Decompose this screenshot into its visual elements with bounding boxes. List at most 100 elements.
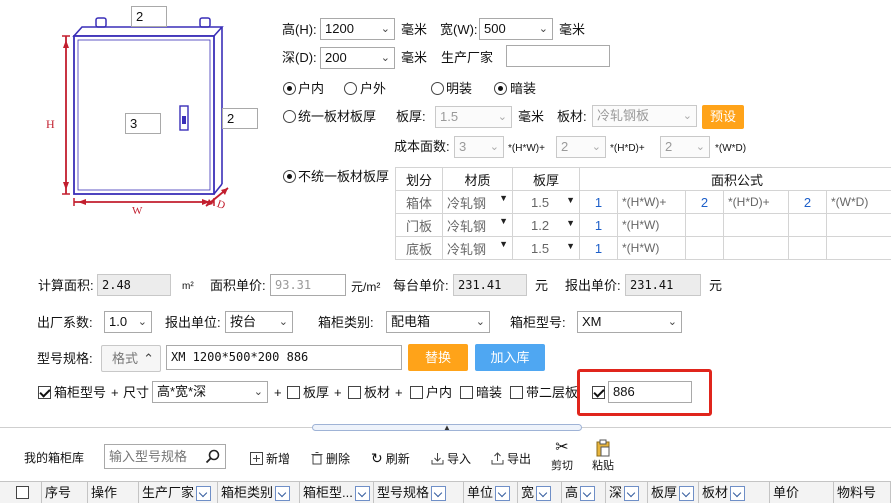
library-search-input[interactable] [105, 445, 201, 468]
add-to-library-button[interactable]: 加入库 [475, 344, 545, 371]
row-material[interactable]: 冷轧钢 ▼ [442, 236, 513, 260]
row-material[interactable]: 冷轧钢 ▼ [442, 213, 513, 237]
column-header-width[interactable]: 宽 [518, 482, 562, 503]
format-button[interactable]: 格式 ⌃ [101, 345, 161, 372]
row-wd-count[interactable]: 2 [788, 190, 827, 214]
plus-sign: + [334, 385, 342, 400]
cut-button[interactable]: ✂ 剪切 [548, 439, 576, 473]
category-select[interactable]: 配电箱 ⌄ [386, 311, 490, 333]
concealed-mount-radio[interactable] [494, 82, 507, 95]
thickness-checkbox[interactable] [287, 386, 300, 399]
model-checkbox[interactable] [38, 386, 51, 399]
row-thickness[interactable]: 1.5 ▼ [512, 190, 580, 214]
thickness-checkbox-label: 板厚 [303, 385, 330, 400]
concealed-checkbox[interactable] [460, 386, 473, 399]
cost-faces-hd-value: 2 [561, 139, 569, 154]
width-select[interactable]: 500 ⌄ [479, 18, 553, 40]
top-face-count-input[interactable]: 2 [131, 6, 167, 27]
paste-button[interactable]: 粘贴 [589, 439, 617, 473]
column-header-category[interactable]: 箱柜类别 [218, 482, 300, 503]
replace-button[interactable]: 替换 [408, 344, 468, 371]
column-header-model[interactable]: 箱柜型... [300, 482, 374, 503]
filter-icon[interactable] [679, 486, 695, 502]
filter-icon[interactable] [536, 486, 552, 502]
unit-price-field[interactable]: 93.31 [270, 274, 346, 296]
filter-icon[interactable] [580, 486, 596, 502]
add-button[interactable]: 新增 [250, 450, 290, 467]
filter-icon[interactable] [354, 486, 370, 502]
header-cell: 划分 [395, 167, 443, 191]
cost-faces-hd-select[interactable]: 2 ⌄ [556, 136, 606, 158]
column-header-price[interactable]: 单价 [770, 482, 834, 503]
outdoor-radio[interactable] [344, 82, 357, 95]
cost-faces-wd-select[interactable]: 2 ⌄ [660, 136, 710, 158]
column-header-spec[interactable]: 型号规格 [374, 482, 464, 503]
import-button-label: 导入 [447, 452, 472, 466]
column-header-material-no[interactable]: 物料号 [834, 482, 891, 503]
column-header-depth[interactable]: 深 [606, 482, 648, 503]
preset-button[interactable]: 预设 [702, 105, 744, 129]
row-material[interactable]: 冷轧钢 ▼ [442, 190, 513, 214]
custom-suffix-checkbox[interactable] [592, 386, 605, 399]
column-header-unit[interactable]: 单位 [464, 482, 518, 503]
column-header-manufacturer[interactable]: 生产厂家 [139, 482, 218, 503]
quote-unit-select[interactable]: 按台 ⌄ [225, 311, 293, 333]
area-unit: m² [182, 281, 194, 292]
row-thickness[interactable]: 1.2 ▼ [512, 213, 580, 237]
export-button[interactable]: 导出 [491, 450, 531, 467]
size-format-select[interactable]: 高*宽*深 ⌄ [152, 381, 268, 403]
import-button[interactable]: 导入 [431, 450, 471, 467]
filter-icon[interactable] [495, 486, 511, 502]
column-header-height[interactable]: 高 [562, 482, 606, 503]
delete-button[interactable]: 删除 [311, 450, 350, 467]
indoor-checkbox[interactable] [410, 386, 423, 399]
material-label: 板材: [557, 109, 587, 124]
chevron-down-icon: ⌄ [380, 23, 390, 35]
filter-icon[interactable] [624, 486, 640, 502]
filter-icon[interactable] [275, 486, 291, 502]
refresh-icon: ↻ [371, 450, 383, 466]
height-select[interactable]: 1200 ⌄ [320, 18, 395, 40]
row-hd-count[interactable]: 2 [685, 190, 724, 214]
material-checkbox[interactable] [348, 386, 361, 399]
height-value: 1200 [325, 21, 354, 36]
indoor-radio[interactable] [283, 82, 296, 95]
row-hw-count[interactable]: 1 [579, 213, 618, 237]
uniform-board-radio[interactable] [283, 110, 296, 123]
model-select[interactable]: XM ⌄ [577, 311, 682, 333]
splitter-bar[interactable]: ▲ [0, 424, 891, 432]
chevron-down-icon: ⌄ [695, 141, 705, 153]
depth-select[interactable]: 200 ⌄ [320, 47, 395, 69]
filter-icon[interactable] [730, 486, 746, 502]
row-thickness[interactable]: 1.5 ▼ [512, 236, 580, 260]
select-all-checkbox[interactable] [16, 486, 29, 499]
chevron-down-icon: ⌄ [475, 316, 485, 328]
column-header-actions[interactable]: 操作 [88, 482, 139, 503]
filter-icon[interactable] [196, 486, 212, 502]
filter-icon[interactable] [431, 486, 447, 502]
thickness-select[interactable]: 1.5 ⌄ [435, 106, 512, 128]
column-header-material[interactable]: 板材 [699, 482, 770, 503]
nonuniform-board-radio[interactable] [283, 170, 296, 183]
search-icon[interactable] [205, 449, 220, 464]
front-face-count-input[interactable]: 3 [125, 113, 161, 134]
row-hw-count[interactable]: 1 [579, 190, 618, 214]
library-search[interactable] [104, 444, 226, 469]
row-hd-term: *(H*D)+ [723, 190, 789, 214]
column-header-index[interactable]: 序号 [42, 482, 88, 503]
factor-select[interactable]: 1.0 ⌄ [104, 311, 152, 333]
side-face-count-input[interactable]: 2 [222, 108, 258, 129]
add-button-label: 新增 [266, 452, 291, 466]
surface-mount-radio[interactable] [431, 82, 444, 95]
collapse-handle[interactable]: ▲ [312, 424, 582, 432]
height-label: 高(H): [282, 22, 317, 37]
second-layer-checkbox[interactable] [510, 386, 523, 399]
cost-faces-hw-select[interactable]: 3 ⌄ [454, 136, 504, 158]
manufacturer-input[interactable] [506, 45, 610, 67]
row-hw-count[interactable]: 1 [579, 236, 618, 260]
spec-input[interactable]: XM 1200*500*200 886 [166, 345, 402, 370]
material-select[interactable]: 冷轧钢板 ⌄ [592, 105, 697, 127]
column-header-thickness[interactable]: 板厚 [648, 482, 699, 503]
custom-suffix-input[interactable]: 886 [608, 381, 692, 403]
refresh-button[interactable]: ↻ 刷新 [371, 450, 410, 467]
